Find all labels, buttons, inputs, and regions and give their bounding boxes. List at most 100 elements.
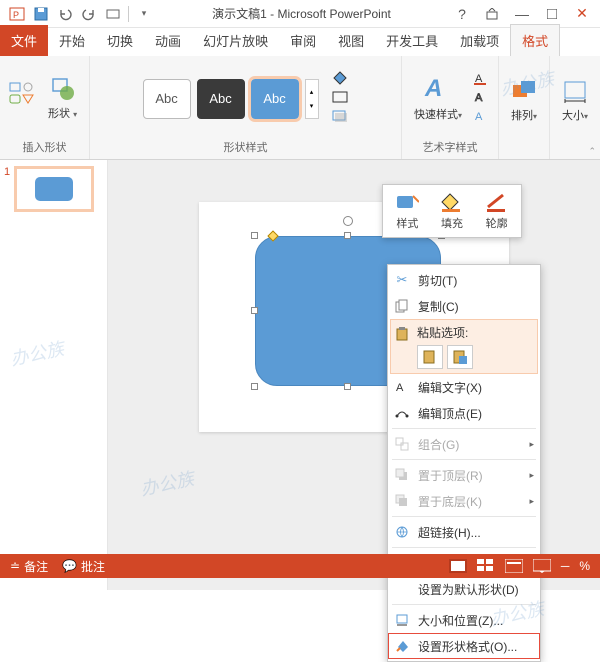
ribbon: 形状 ▾ 插入形状 Abc Abc Abc ▴▾ 形状样式 A 快速样式▾ A (0, 56, 600, 160)
resize-handle-bl[interactable] (251, 383, 258, 390)
paste-as-picture[interactable] (447, 345, 473, 369)
tab-review[interactable]: 审阅 (279, 25, 327, 56)
mini-outline-icon (483, 191, 511, 213)
thumb-preview[interactable] (14, 166, 94, 212)
text-effects-button[interactable]: A (472, 109, 490, 126)
redo-icon[interactable] (78, 3, 100, 25)
normal-view-icon[interactable] (449, 559, 467, 573)
ppt-icon[interactable]: P (6, 3, 28, 25)
shape-outline-button[interactable] (331, 90, 349, 107)
group-label-shape-styles: 形状样式 (224, 137, 268, 157)
shapes-icon (51, 77, 75, 103)
menu-format-shape[interactable]: 设置形状格式(O)... (388, 633, 540, 659)
ribbon-group-insert-shape: 形状 ▾ 插入形状 (0, 56, 90, 159)
svg-text:P: P (13, 10, 19, 20)
menu-separator (392, 516, 536, 517)
qat-more-icon[interactable]: ▾ (133, 3, 155, 25)
group-label-wordart: 艺术字样式 (422, 137, 477, 157)
quick-styles-button[interactable]: A 快速样式▾ (410, 74, 466, 124)
paste-use-theme[interactable] (417, 345, 443, 369)
menu-group: 组合(G)▸ (388, 431, 540, 457)
shapes-button[interactable]: 形状 ▾ (44, 75, 81, 123)
thumbnail-pane[interactable]: 1 (0, 160, 108, 590)
cut-icon: ✂ (392, 270, 412, 290)
svg-text:A: A (475, 111, 483, 123)
size-label: 大小 (562, 110, 584, 122)
mini-toolbar: 样式 填充 轮廓 (382, 184, 522, 238)
mini-fill-button[interactable]: 填充 (432, 189, 473, 233)
notes-button[interactable]: ≐备注 (10, 558, 48, 575)
ribbon-group-size: 大小▾ (550, 56, 600, 159)
send-back-icon (392, 491, 412, 511)
tab-format[interactable]: 格式 (510, 24, 560, 56)
mini-fill-icon (438, 191, 466, 213)
menu-separator (392, 428, 536, 429)
wordart-icon: A (423, 76, 453, 104)
submenu-arrow: ▸ (529, 496, 534, 507)
rotate-handle[interactable] (343, 216, 353, 226)
menu-size-position[interactable]: 大小和位置(Z)... (388, 607, 540, 633)
reading-view-icon[interactable] (505, 559, 523, 573)
menu-cut[interactable]: ✂剪切(T) (388, 267, 540, 293)
ribbon-collapse-icon[interactable]: ⌃ (588, 146, 596, 157)
menu-send-back: 置于底层(K)▸ (388, 488, 540, 514)
resize-handle-b[interactable] (344, 383, 351, 390)
edit-text-icon: A (392, 377, 412, 397)
tab-start[interactable]: 开始 (48, 25, 96, 56)
notes-icon: ≐ (10, 559, 20, 573)
undo-icon[interactable] (54, 3, 76, 25)
tab-slideshow[interactable]: 幻灯片放映 (192, 25, 279, 56)
ribbon-group-arrange: 排列▾ (499, 56, 550, 159)
help-icon[interactable]: ? (448, 3, 476, 25)
tab-devtools[interactable]: 开发工具 (375, 25, 449, 56)
text-fill-button[interactable]: A (472, 71, 490, 88)
shape-fill-button[interactable] (331, 71, 349, 88)
text-outline-button[interactable]: A (472, 90, 490, 107)
menu-bring-front: 置于顶层(R)▸ (388, 462, 540, 488)
size-icon (562, 79, 588, 105)
sorter-view-icon[interactable] (477, 559, 495, 573)
shape-effects-button[interactable] (331, 109, 349, 126)
slideshow-view-icon[interactable] (533, 559, 551, 573)
tab-view[interactable]: 视图 (327, 25, 375, 56)
size-pos-icon (392, 610, 412, 630)
zoom-level[interactable]: % (579, 559, 590, 573)
minimize-icon[interactable]: — (508, 3, 536, 25)
resize-handle-tl[interactable] (251, 232, 258, 239)
menu-copy[interactable]: 复制(C) (388, 293, 540, 319)
menu-set-default[interactable]: 设置为默认形状(D) (388, 576, 540, 602)
comments-button[interactable]: 💬批注 (62, 558, 105, 575)
style-preset-2[interactable]: Abc (197, 79, 245, 119)
slideshow-icon[interactable] (102, 3, 124, 25)
resize-handle-l[interactable] (251, 307, 258, 314)
ribbon-options-icon[interactable] (478, 3, 506, 25)
ribbon-group-shape-styles: Abc Abc Abc ▴▾ 形状样式 (90, 56, 402, 159)
submenu-arrow: ▸ (529, 470, 534, 481)
mini-outline-button[interactable]: 轮廓 (476, 189, 517, 233)
arrange-button[interactable]: 排列▾ (507, 77, 541, 125)
mini-style-icon (393, 191, 421, 213)
gallery-more-icon[interactable]: ▴▾ (305, 79, 319, 119)
shapes-gallery-icon[interactable] (8, 81, 38, 116)
ribbon-tabs: 文件 开始 切换 动画 幻灯片放映 审阅 视图 开发工具 加载项 格式 (0, 28, 600, 56)
comments-icon: 💬 (62, 559, 77, 573)
save-icon[interactable] (30, 3, 52, 25)
ribbon-group-wordart: A 快速样式▾ A A A 艺术字样式 (402, 56, 499, 159)
menu-hyperlink[interactable]: 超链接(H)... (388, 519, 540, 545)
menu-edit-text[interactable]: A编辑文字(X) (388, 374, 540, 400)
mini-style-button[interactable]: 样式 (387, 189, 428, 233)
submenu-arrow: ▸ (529, 439, 534, 450)
menu-edit-points[interactable]: 编辑顶点(E) (388, 400, 540, 426)
resize-handle-t[interactable] (344, 232, 351, 239)
tab-switch[interactable]: 切换 (96, 25, 144, 56)
tab-file[interactable]: 文件 (0, 25, 48, 56)
tab-addins[interactable]: 加载项 (449, 25, 510, 56)
slide-thumb-1[interactable]: 1 (4, 166, 103, 212)
size-button[interactable]: 大小▾ (558, 77, 592, 125)
maximize-icon[interactable] (538, 3, 566, 25)
style-preset-3[interactable]: Abc (251, 79, 299, 119)
close-icon[interactable]: ✕ (568, 3, 596, 25)
copy-icon (392, 296, 412, 316)
tab-anim[interactable]: 动画 (144, 25, 192, 56)
style-preset-1[interactable]: Abc (143, 79, 191, 119)
